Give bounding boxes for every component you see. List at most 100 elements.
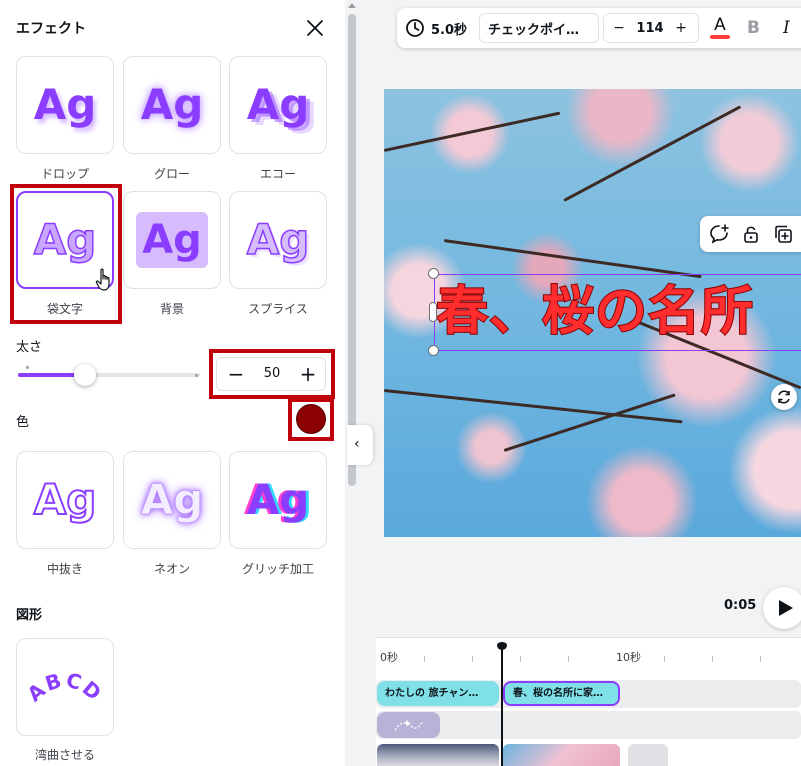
color-label: 色	[16, 415, 30, 430]
ruler-tick	[520, 656, 521, 662]
panel-scrollbar[interactable]	[345, 0, 359, 766]
svg-text:ABCD: ABCD	[22, 668, 107, 707]
effect-label-splice: スプライス	[248, 302, 308, 316]
effect-label-glow: グロー	[153, 167, 190, 181]
font-size-increase-button[interactable]: +	[670, 20, 692, 36]
effect-label-outline: 中抜き	[46, 562, 83, 576]
lock-icon[interactable]	[740, 223, 762, 245]
font-size-decrease-button[interactable]: −	[608, 20, 630, 36]
effect-preview-drop: Ag	[33, 80, 97, 129]
panel-title: エフェクト	[16, 21, 86, 37]
thickness-slider-thumb[interactable]	[74, 364, 96, 386]
effect-label-hollow-outline: 袋文字	[46, 302, 83, 316]
ruler-label-start: 0秒	[380, 651, 398, 664]
branch-shape	[384, 111, 561, 152]
close-button[interactable]	[303, 16, 327, 40]
bold-button[interactable]: B	[747, 13, 760, 43]
ruler-tick	[568, 656, 569, 662]
timeline-video-clip-2[interactable]	[503, 744, 620, 766]
effect-preview-glow: Ag	[140, 80, 204, 129]
effect-preview-glitch: Ag	[246, 475, 310, 524]
thickness-stepper: − 50 +	[216, 357, 326, 391]
sparkle-animation-icon	[394, 719, 424, 731]
effect-label-drop: ドロップ	[40, 167, 89, 181]
duration-value: 5.0秒	[431, 22, 468, 38]
font-size-stepper: − 114 +	[603, 13, 699, 43]
effect-label-background: 背景	[159, 302, 184, 316]
effect-label-glitch: グリッチ加工	[241, 562, 314, 576]
effect-tile-glitch[interactable]: Ag	[229, 451, 327, 549]
timeline-text-clip-1[interactable]: わたしの 旅チャン…	[377, 681, 499, 706]
shapes-label: 図形	[16, 608, 43, 623]
play-button[interactable]	[763, 587, 801, 629]
effect-label-echo: エコー	[259, 167, 296, 181]
duplicate-icon[interactable]	[772, 223, 794, 245]
element-context-toolbar	[700, 216, 801, 252]
font-name: チェックポイ…	[488, 22, 580, 38]
outline-color-swatch[interactable]	[296, 404, 326, 434]
rotate-icon	[778, 390, 790, 404]
shape-label-curve: 湾曲させる	[34, 748, 95, 762]
text-color-icon: A	[714, 15, 726, 35]
ruler-tick	[472, 656, 473, 662]
rotate-button[interactable]	[771, 384, 797, 410]
effect-tile-neon[interactable]: Ag	[123, 451, 221, 549]
effect-tile-glow[interactable]: Ag	[123, 56, 221, 154]
effect-preview-neon: Ag	[140, 475, 204, 524]
chevron-left-icon: ‹	[354, 436, 360, 452]
text-selection-frame	[434, 274, 801, 351]
effect-tile-splice[interactable]: Ag	[229, 191, 327, 289]
thickness-label: 太さ	[16, 340, 43, 355]
timeline-text-clip-2[interactable]: 春、桜の名所に家…	[503, 681, 620, 706]
collapse-panel-button[interactable]: ‹	[347, 425, 373, 465]
font-selector[interactable]: チェックポイ…	[479, 13, 599, 43]
ruler-label-10s: 10秒	[616, 651, 641, 664]
effect-preview-outline: Ag	[33, 475, 98, 524]
resize-handle-bottom-left[interactable]	[428, 345, 439, 356]
hand-cursor-icon	[95, 268, 110, 291]
timeline-audio-clip[interactable]	[377, 712, 440, 738]
resize-handle-left[interactable]	[429, 302, 437, 322]
timeline-video-clip-1[interactable]	[377, 744, 499, 766]
effect-preview-background: Ag	[142, 217, 202, 263]
branch-shape	[563, 105, 742, 202]
scroll-up-arrow-icon[interactable]	[348, 3, 356, 8]
timeline-video-clip-placeholder[interactable]	[628, 744, 668, 766]
clock-icon	[406, 19, 424, 37]
playback-time: 0:05	[724, 598, 757, 613]
slider-min-dot	[26, 366, 29, 369]
ruler-tick	[664, 656, 665, 662]
effect-preview-background-box: Ag	[136, 212, 208, 268]
scroll-thumb[interactable]	[348, 14, 356, 486]
slider-max-dot	[195, 374, 198, 377]
effect-label-neon: ネオン	[153, 562, 190, 576]
close-icon[interactable]	[303, 16, 327, 40]
ruler-tick	[424, 656, 425, 662]
text-color-button[interactable]: A	[707, 13, 733, 43]
curved-text-glyphs: ABCD	[22, 668, 105, 707]
branch-shape	[503, 393, 676, 452]
effects-panel: エフェクト Ag ドロップ Ag グロー Ag エコー Ag 袋文字 Ag 背景…	[0, 0, 345, 766]
thickness-decrease-button[interactable]: −	[223, 362, 249, 388]
curved-text-preview: ABCD	[22, 668, 107, 707]
branch-shape	[443, 239, 702, 279]
effect-tile-drop[interactable]: Ag	[16, 56, 114, 154]
comment-add-icon[interactable]	[708, 223, 730, 245]
thickness-value[interactable]: 50	[252, 366, 292, 381]
ruler-tick	[760, 656, 761, 662]
effect-tile-outline[interactable]: Ag	[16, 451, 114, 549]
effect-tile-background[interactable]: Ag	[123, 191, 221, 289]
resize-handle-top-left[interactable]	[428, 268, 439, 279]
effect-tile-echo[interactable]: Ag	[229, 56, 327, 154]
text-toolbar: 5.0秒 チェックポイ… − 114 + A B I	[397, 8, 801, 48]
thickness-increase-button[interactable]: +	[295, 362, 321, 388]
duration-button[interactable]: 5.0秒	[405, 13, 467, 43]
italic-button[interactable]: I	[783, 13, 790, 43]
effect-preview-hollow-outline: Ag	[33, 215, 97, 264]
shape-tile-curve[interactable]: ABCD	[16, 638, 114, 736]
effect-preview-echo: Ag	[246, 80, 310, 129]
playhead[interactable]	[501, 646, 503, 766]
thickness-slider-track[interactable]	[18, 373, 200, 377]
font-size-value[interactable]: 114	[630, 21, 670, 36]
ruler-tick	[712, 656, 713, 662]
